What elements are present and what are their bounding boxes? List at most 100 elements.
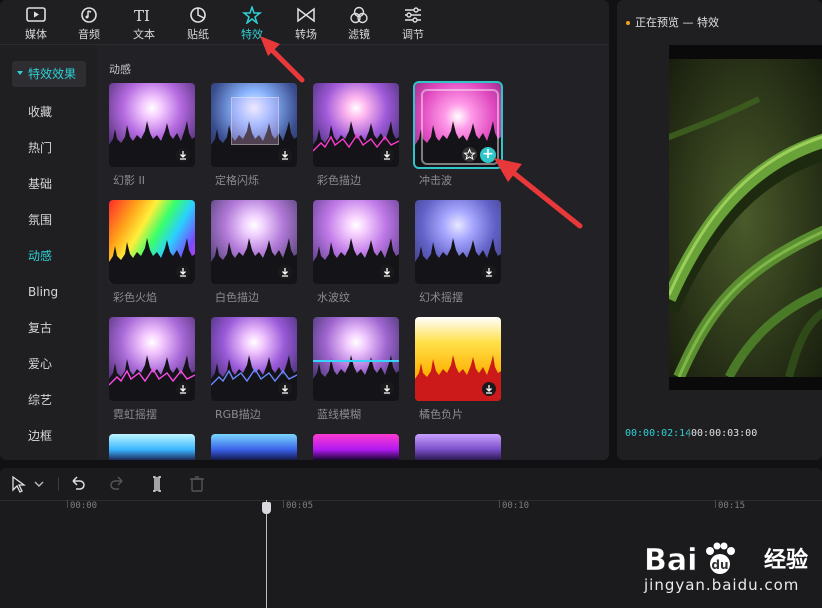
effect-card[interactable]: 幻术摇摆 [415, 200, 501, 305]
favorite-button[interactable] [462, 147, 477, 162]
effect-thumbnail[interactable] [109, 83, 195, 167]
effect-thumbnail[interactable] [109, 200, 195, 284]
sidebar-item-hot[interactable]: 热门 [12, 135, 86, 161]
effect-label: 橘色负片 [419, 408, 463, 421]
redo-button[interactable] [107, 474, 127, 494]
download-button[interactable] [176, 148, 190, 162]
sticker-icon [190, 7, 206, 23]
ruler-tick [67, 500, 68, 508]
download-button[interactable] [278, 265, 292, 279]
effect-thumbnail[interactable] [211, 317, 297, 401]
add-to-track-button[interactable]: + [480, 147, 496, 163]
download-button[interactable] [380, 148, 394, 162]
effect-card[interactable]: 白色描边 [211, 200, 297, 305]
sidebar-item-basic[interactable]: 基础 [12, 171, 86, 197]
download-button[interactable] [482, 265, 496, 279]
download-button[interactable] [278, 382, 292, 396]
ruler-tick [715, 500, 716, 508]
effect-thumb-partial[interactable] [313, 434, 399, 460]
select-tool-button[interactable] [10, 474, 46, 494]
tab-adjust[interactable]: 调节 [389, 2, 437, 44]
ruler-tick [499, 500, 500, 508]
effect-thumb-partial[interactable] [109, 434, 195, 460]
effect-thumb-partial[interactable] [211, 434, 297, 460]
current-timecode: 00:00:02:14 [625, 428, 692, 439]
toolbar-divider [58, 477, 59, 491]
effect-thumbnail[interactable] [211, 200, 297, 284]
playhead-handle[interactable] [262, 502, 271, 514]
cursor-icon [12, 475, 44, 493]
sidebar-item-variety[interactable]: 综艺 [12, 387, 86, 413]
effect-thumbnail[interactable] [109, 317, 195, 401]
download-button[interactable] [176, 265, 190, 279]
effect-thumbnail[interactable] [211, 83, 297, 167]
watermark-url: jingyan.baidu.com [643, 576, 800, 594]
tab-effects[interactable]: 特效 [228, 2, 276, 44]
effect-thumb-partial[interactable] [415, 434, 501, 460]
sidebar-item-love[interactable]: 爱心 [12, 351, 86, 377]
tab-sticker[interactable]: 贴纸 [174, 2, 222, 44]
effect-thumbnail[interactable] [415, 200, 501, 284]
download-icon [180, 151, 186, 160]
download-icon [180, 268, 186, 277]
effect-label: 霓虹摇摆 [113, 408, 157, 421]
effect-thumbnail[interactable] [313, 200, 399, 284]
video-preview[interactable] [669, 45, 822, 390]
sidebar-item-border[interactable]: 边框 [12, 423, 86, 449]
effect-label: 水波纹 [317, 291, 350, 304]
sidebar-item-bling[interactable]: Bling [12, 279, 86, 305]
download-button[interactable] [278, 148, 292, 162]
playhead[interactable] [266, 500, 267, 608]
effect-card[interactable]: 蓝线模糊 [313, 317, 399, 422]
effect-card[interactable]: RGB描边 [211, 317, 297, 422]
preview-frame [669, 59, 822, 377]
tab-filter[interactable]: 滤镜 [335, 2, 383, 44]
download-icon [486, 385, 492, 394]
preview-image [669, 59, 822, 377]
effect-card[interactable]: 彩色描边 [313, 83, 399, 188]
undo-button[interactable] [68, 474, 88, 494]
download-button[interactable] [380, 265, 394, 279]
effect-card[interactable]: 定格闪烁 [211, 83, 297, 188]
effect-label: 幻术摇摆 [419, 291, 463, 304]
download-button[interactable] [380, 382, 394, 396]
download-button[interactable] [176, 382, 190, 396]
time-ruler[interactable]: 00:00 00:05 00:10 00:15 [0, 500, 822, 520]
effect-thumbnail[interactable] [415, 317, 501, 401]
effect-label: 彩色火焰 [113, 291, 157, 304]
tab-media[interactable]: 媒体 [12, 2, 60, 44]
tab-text[interactable]: TI 文本 [120, 2, 168, 44]
sidebar-item-dynamic[interactable]: 动感 [12, 243, 86, 269]
tab-audio[interactable]: 音频 [65, 2, 113, 44]
watermark-brand-suffix: 经验 [763, 548, 808, 573]
effect-label: 蓝线模糊 [317, 408, 361, 421]
total-timecode: 00:00:03:00 [691, 428, 758, 439]
caret-down-icon [17, 71, 23, 75]
effect-card[interactable]: 橘色负片 [415, 317, 501, 422]
effect-card[interactable]: + 冲击波 [413, 81, 503, 188]
effect-label: 幻影 II [113, 174, 145, 187]
effect-card[interactable]: 彩色火焰 [109, 200, 195, 305]
svg-text:Bai: Bai [644, 543, 697, 576]
effect-thumbnail[interactable] [313, 317, 399, 401]
effect-thumbnail[interactable]: + [413, 81, 503, 169]
baidu-logo: Bai du [644, 542, 735, 576]
download-button[interactable] [482, 382, 496, 396]
timeline-toolbar [0, 468, 822, 501]
effect-thumbnail[interactable] [313, 83, 399, 167]
sidebar-item-retro[interactable]: 复古 [12, 315, 86, 341]
tab-transition[interactable]: 转场 [282, 2, 330, 44]
sidebar-item-atmosphere[interactable]: 氛围 [12, 207, 86, 233]
ruler-label: 00:15 [718, 501, 746, 511]
sidebar-item-favorites[interactable]: 收藏 [12, 99, 86, 125]
category-effects[interactable]: 特效效果 [12, 61, 86, 87]
effect-card[interactable]: 霓虹摇摆 [109, 317, 195, 422]
effect-label: 冲击波 [419, 174, 452, 187]
effect-card[interactable]: 水波纹 [313, 200, 399, 305]
download-icon [486, 268, 492, 277]
adjust-icon [405, 7, 421, 23]
effect-card[interactable]: 幻影 II [109, 83, 195, 188]
undo-icon [72, 476, 85, 490]
split-button[interactable] [147, 474, 167, 494]
delete-button[interactable] [187, 474, 207, 494]
